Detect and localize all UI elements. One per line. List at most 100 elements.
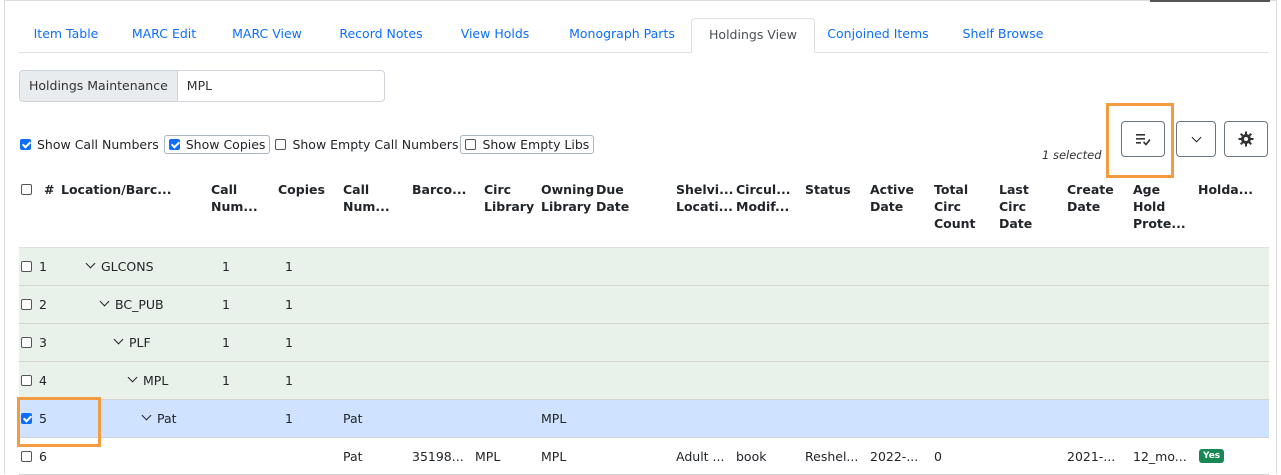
table-row[interactable]: 1 GLCONS 1 1 [19,248,1269,286]
show-empty-call-numbers-label: Show Empty Call Numbers [292,136,459,152]
location-name: BC_PUB [115,297,164,312]
call-number-count: 1 [222,373,230,388]
owning-library: MPL [541,411,567,426]
row-number: 1 [39,259,47,274]
tab-holdings-view[interactable]: Holdings View [691,18,815,53]
copy-count: 1 [285,297,293,312]
row-number: 6 [39,448,47,464]
col-header-location[interactable]: Location/Barc... [61,181,172,198]
show-copies-label: Show Copies [185,136,266,152]
tab-marc-edit[interactable]: MARC Edit [128,18,200,51]
table-row[interactable]: 4 MPL 1 1 [19,362,1269,400]
table-row[interactable]: 2 BC_PUB 1 1 [19,286,1269,324]
show-empty-libs-label: Show Empty Libs [482,136,590,152]
row-checkbox[interactable] [21,299,32,310]
col-header-barcode[interactable]: Barco... [412,181,466,198]
show-call-numbers-checkbox[interactable] [20,138,31,150]
table-row[interactable]: 3 PLF 1 1 [19,324,1269,362]
show-copies-toggle[interactable]: Show Copies [163,134,271,154]
gear-icon [1238,131,1254,147]
col-header-due-date[interactable]: Due Date [596,181,629,215]
copy-count: 1 [285,411,293,426]
holdings-org-selector[interactable]: MPL [177,70,385,102]
col-header-total-circ-count[interactable]: Total Circ Count [934,181,976,232]
grid-header: # Location/Barc... Call Num... Copies Ca… [19,172,1269,248]
col-header-circ-library[interactable]: Circ Library [484,181,534,215]
row-checkbox[interactable] [21,413,32,424]
actions-dropdown-button[interactable] [1176,121,1216,157]
chevron-down-icon [1191,132,1201,142]
shelving-location: Adult ... [676,448,725,464]
chevron-down-icon[interactable] [99,296,110,307]
location-name: GLCONS [101,259,154,274]
tab-item-table[interactable]: Item Table [26,18,106,51]
row-number: 2 [39,297,47,312]
location-name: Pat [157,411,177,426]
copy-count: 1 [285,373,293,388]
table-row-selected[interactable]: 5 Pat 1 Pat MPL [19,400,1269,438]
active-date: 2022-... [870,448,919,464]
location-name: MPL [143,373,169,388]
show-empty-call-numbers-checkbox[interactable] [275,138,287,150]
chevron-down-icon[interactable] [113,334,124,345]
col-header-holdable[interactable]: Holda... [1198,181,1253,198]
call-number: Pat [343,411,363,426]
circ-modifier: book [736,448,767,464]
holdable-badge: Yes [1199,449,1225,463]
col-header-create-date[interactable]: Create Date [1067,181,1114,215]
show-empty-libs-toggle[interactable]: Show Empty Libs [460,134,595,154]
col-header-call-number[interactable]: Call Num... [343,181,390,215]
select-all-checkbox[interactable] [21,184,32,195]
chevron-down-icon[interactable] [85,258,96,269]
location-name: PLF [129,335,151,350]
col-header-num[interactable]: # [44,181,54,198]
copy-count: 1 [285,259,293,274]
show-empty-libs-checkbox[interactable] [465,138,477,150]
call-number: Pat [343,448,363,464]
col-header-age-hold-protect[interactable]: Age Hold Prote... [1133,181,1186,232]
chevron-down-icon[interactable] [127,372,138,383]
chevron-down-icon[interactable] [141,410,152,421]
list-check-icon [1136,134,1151,146]
tab-marc-view[interactable]: MARC View [228,18,306,51]
col-header-circ-modifier[interactable]: Circul... Modif... [736,181,790,215]
status: Reshel... [805,448,859,464]
selection-count: 1 selected [1042,148,1102,162]
age-hold-protect: 12_mo... [1133,448,1187,464]
col-header-last-circ-date[interactable]: Last Circ Date [999,181,1039,232]
row-checkbox[interactable] [21,337,32,348]
col-header-copies[interactable]: Copies [278,181,325,198]
col-header-status[interactable]: Status [805,181,851,198]
tab-view-holds[interactable]: View Holds [455,18,535,51]
row-number: 3 [39,335,47,350]
row-number: 4 [39,373,47,388]
row-checkbox[interactable] [21,450,32,462]
grid-settings-button[interactable] [1224,121,1268,157]
tab-record-notes[interactable]: Record Notes [336,18,426,51]
top-divider [1150,0,1270,2]
show-copies-checkbox[interactable] [168,138,180,150]
call-number-count: 1 [222,259,230,274]
row-checkbox[interactable] [21,375,32,386]
show-call-numbers-label: Show Call Numbers [37,136,159,152]
col-header-call-num-count[interactable]: Call Num... [211,181,258,215]
call-number-count: 1 [222,335,230,350]
row-number: 5 [39,411,47,426]
tab-monograph-parts[interactable]: Monograph Parts [561,18,683,51]
barcode: 35198... [412,448,464,464]
create-date: 2021-... [1067,448,1116,464]
col-header-active-date[interactable]: Active Date [870,181,915,215]
owning-library: MPL [541,448,567,464]
copy-count: 1 [285,335,293,350]
tab-conjoined-items[interactable]: Conjoined Items [823,18,933,51]
col-header-shelving-location[interactable]: Shelvi... Locati... [676,181,733,215]
record-tabs: Item Table MARC Edit MARC View Record No… [18,18,1268,53]
col-header-owning-library[interactable]: Owning Library [541,181,594,215]
row-checkbox[interactable] [21,261,32,272]
holdings-maintenance-group: Holdings Maintenance MPL [19,70,385,102]
holdings-maintenance-label: Holdings Maintenance [19,70,178,102]
column-config-button[interactable] [1121,121,1165,157]
table-row[interactable]: 6 Pat 35198... MPL MPL Adult ... book Re… [19,438,1269,475]
tab-shelf-browse[interactable]: Shelf Browse [958,18,1048,51]
total-circ-count: 0 [934,448,942,464]
